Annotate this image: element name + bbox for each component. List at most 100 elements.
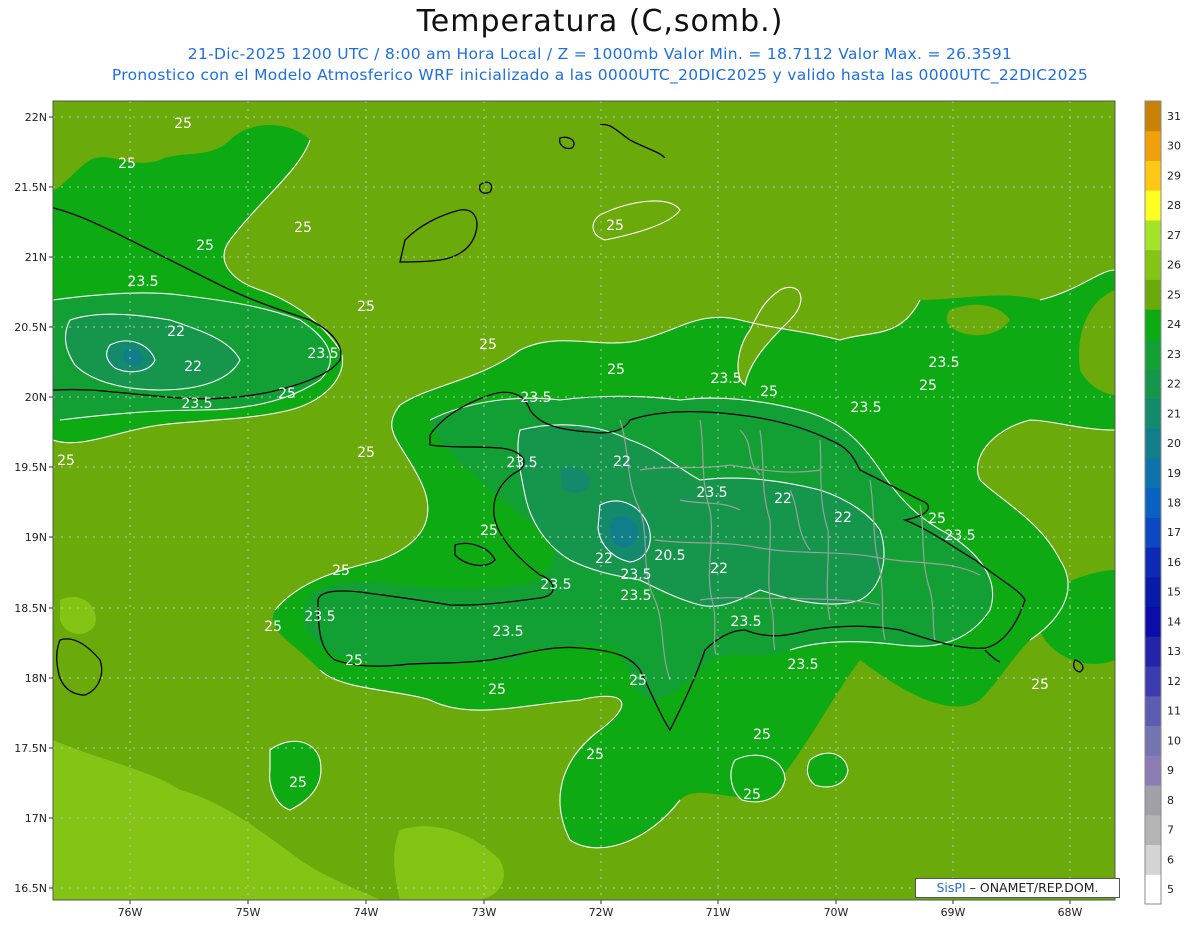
colorbar-label: 11 <box>1167 705 1181 718</box>
isotherm-label: 23.5 <box>127 274 158 290</box>
colorbar-swatch <box>1145 517 1161 548</box>
colorbar-swatch <box>1145 755 1161 786</box>
colorbar-label: 30 <box>1167 140 1181 153</box>
lon-tick-label: 72W <box>589 906 614 919</box>
colorbar-label: 28 <box>1167 199 1181 212</box>
isotherm-label: 25 <box>629 673 647 689</box>
isotherm-label: 20.5 <box>654 548 685 564</box>
isotherm-label: 23.5 <box>730 614 761 630</box>
isotherm-label: 25 <box>332 563 350 579</box>
colorbar-label: 22 <box>1167 378 1181 391</box>
colorbar-swatch <box>1145 249 1161 280</box>
isotherm-label: 23.5 <box>181 396 212 412</box>
isotherm-label: 22 <box>184 359 202 375</box>
credit-box: SisPI – ONAMET/REP.DOM. <box>915 878 1120 898</box>
map-field: 25 25 25 25 23.5 22 22 23.5 23.5 25 25 25 25 25 23.5 25… <box>53 101 1115 900</box>
lon-tick-label: 76W <box>118 906 143 919</box>
lat-tick-label: 17.5N <box>14 742 47 755</box>
lon-tick-label: 70W <box>824 906 849 919</box>
colorbar-label: 17 <box>1167 526 1181 539</box>
isotherm-label: 25 <box>196 238 214 254</box>
lon-tick-label: 73W <box>472 906 497 919</box>
colorbar-swatch <box>1145 219 1161 251</box>
colorbar-swatch <box>1145 190 1161 221</box>
isotherm-label: 25 <box>928 511 946 527</box>
lat-tick-label: 18.5N <box>14 602 47 615</box>
sispi-logo: SisPI <box>936 880 966 895</box>
colorbar-swatch <box>1145 309 1161 340</box>
isotherm-label: 25 <box>753 727 771 743</box>
colorbar-label: 26 <box>1167 259 1181 272</box>
isotherm-label: 22 <box>167 324 185 340</box>
isotherm-label: 25 <box>488 682 506 698</box>
colorbar-swatch <box>1145 338 1161 370</box>
colorbar-swatch <box>1145 368 1161 399</box>
isotherm-label: 23.5 <box>506 455 537 471</box>
colorbar-label: 10 <box>1167 734 1181 747</box>
isotherm-label: 25 <box>289 775 307 791</box>
colorbar-label: 9 <box>1167 764 1174 777</box>
colorbar-label: 21 <box>1167 407 1181 420</box>
lon-tick-label: 69W <box>941 906 966 919</box>
temperature-colorbar: 5 6 7 8 9 10 11 12 13 14 15 16 17 18 19 20 21 22 23 24 25 26 2… <box>1144 100 1181 905</box>
colorbar-swatch <box>1145 576 1161 608</box>
lat-tick-label: 21.5N <box>14 181 47 194</box>
colorbar-label: 27 <box>1167 229 1181 242</box>
isotherm-label: 25 <box>607 362 625 378</box>
isotherm-label: 23.5 <box>307 346 338 362</box>
isotherm-label: 25 <box>480 523 498 539</box>
isotherm-label: 23.5 <box>304 609 335 625</box>
isotherm-label: 25 <box>345 653 363 669</box>
colorbar-label: 20 <box>1167 437 1181 450</box>
isotherm-label: 23.5 <box>928 355 959 371</box>
isotherm-label: 25 <box>357 299 375 315</box>
isotherm-label: 25 <box>760 384 778 400</box>
colorbar-label: 19 <box>1167 467 1181 480</box>
colorbar-swatch <box>1145 814 1161 846</box>
colorbar-swatch <box>1145 725 1161 756</box>
lat-tick-label: 18N <box>25 672 47 685</box>
isotherm-label: 23.5 <box>492 624 523 640</box>
isotherm-label: 25 <box>57 453 75 469</box>
isotherm-label: 25 <box>606 218 624 234</box>
temperature-map: 25 25 25 25 23.5 22 22 23.5 23.5 25 25 25 25 25 23.5 25… <box>14 100 1181 919</box>
colorbar-label: 31 <box>1167 110 1181 123</box>
isotherm-label: 22 <box>595 551 613 567</box>
isotherm-label: 22 <box>613 454 631 470</box>
lat-tick-label: 17N <box>25 812 47 825</box>
isotherm-label: 22 <box>834 510 852 526</box>
lon-tick-label: 68W <box>1058 906 1083 919</box>
colorbar-label: 5 <box>1167 883 1174 896</box>
isotherm-label: 23.5 <box>787 657 818 673</box>
colorbar-swatch <box>1145 695 1161 727</box>
isotherm-label: 23.5 <box>520 390 551 406</box>
credit-text: – ONAMET/REP.DOM. <box>965 880 1099 895</box>
isotherm-label: 25 <box>586 747 604 763</box>
isotherm-label: 23.5 <box>620 567 651 583</box>
colorbar-swatch <box>1145 101 1161 132</box>
isotherm-label: 23.5 <box>696 485 727 501</box>
colorbar-swatch <box>1145 547 1161 578</box>
isotherm-label: 25 <box>278 386 296 402</box>
isotherm-label: 23.5 <box>850 400 881 416</box>
colorbar-swatch <box>1145 130 1161 161</box>
colorbar-swatch <box>1145 844 1161 875</box>
isotherm-label: 25 <box>357 445 375 461</box>
colorbar-label: 13 <box>1167 645 1181 658</box>
colorbar-swatch <box>1145 636 1161 667</box>
colorbar-swatch <box>1145 398 1161 429</box>
isotherm-label: 22 <box>710 561 728 577</box>
lon-tick-label: 74W <box>354 906 379 919</box>
isotherm-label: 23.5 <box>710 371 741 387</box>
isotherm-label: 23.5 <box>620 588 651 604</box>
colorbar-swatch <box>1145 785 1161 816</box>
colorbar-label: 8 <box>1167 794 1174 807</box>
lon-tick-label: 75W <box>236 906 261 919</box>
colorbar-label: 15 <box>1167 586 1181 599</box>
lat-tick-label: 20.5N <box>14 321 47 334</box>
lat-tick-label: 22N <box>25 111 47 124</box>
isotherm-label: 25 <box>174 116 192 132</box>
lon-tick-label: 71W <box>706 906 731 919</box>
lat-tick-label: 20N <box>25 391 47 404</box>
colorbar-label: 7 <box>1167 824 1174 837</box>
